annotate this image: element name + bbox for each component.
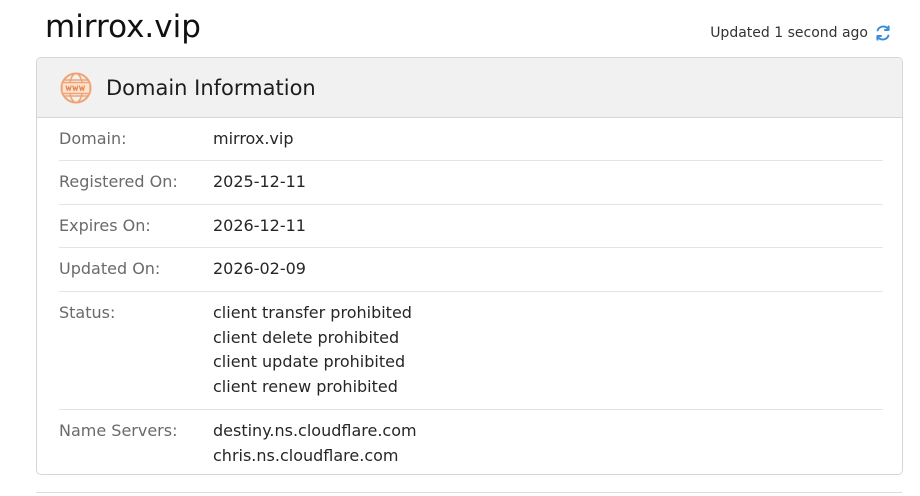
name-server-item: chris.ns.cloudflare.com	[213, 445, 399, 465]
name-server-values: destiny.ns.cloudflare.com chris.ns.cloud…	[213, 419, 417, 474]
row-status: Status: client transfer prohibited clien…	[59, 292, 883, 410]
refresh-icon[interactable]	[874, 24, 892, 42]
updated-value: 2026-02-09	[213, 259, 306, 278]
status-values: client transfer prohibited client delete…	[213, 301, 412, 409]
row-updated-on: Updated On: 2026-02-09	[59, 248, 883, 292]
status-item: client delete prohibited	[213, 327, 400, 347]
page-title: mirrox.vip	[45, 9, 201, 45]
expires-value: 2026-12-11	[213, 216, 306, 235]
info-rows: Domain: mirrox.vip Registered On: 2025-1…	[59, 118, 883, 474]
row-label: Updated On:	[59, 259, 161, 278]
updated-status: Updated 1 second ago	[710, 21, 892, 45]
row-label: Name Servers:	[59, 421, 178, 440]
domain-value: mirrox.vip	[213, 129, 294, 148]
registered-value: 2025-12-11	[213, 172, 306, 191]
row-label: Domain:	[59, 129, 127, 148]
row-label: Status:	[59, 303, 116, 322]
card-title: Domain Information	[106, 75, 316, 100]
status-item: client update prohibited	[213, 352, 406, 371]
row-registered-on: Registered On: 2025-12-11	[59, 161, 883, 205]
row-label: Expires On:	[59, 216, 151, 235]
updated-text: Updated 1 second ago	[710, 25, 868, 41]
name-server-item: destiny.ns.cloudflare.com	[213, 421, 417, 440]
row-expires-on: Expires On: 2026-12-11	[59, 205, 883, 248]
www-icon	[59, 71, 93, 105]
domain-info-card: Domain Information Domain: mirrox.vip Re…	[36, 57, 903, 475]
status-item: client transfer prohibited	[213, 303, 412, 322]
row-domain: Domain: mirrox.vip	[59, 118, 883, 161]
card-header: Domain Information	[37, 58, 902, 118]
section-divider	[36, 492, 902, 493]
status-item: client renew prohibited	[213, 376, 398, 396]
row-label: Registered On:	[59, 172, 178, 191]
row-name-servers: Name Servers: destiny.ns.cloudflare.com …	[59, 410, 883, 474]
